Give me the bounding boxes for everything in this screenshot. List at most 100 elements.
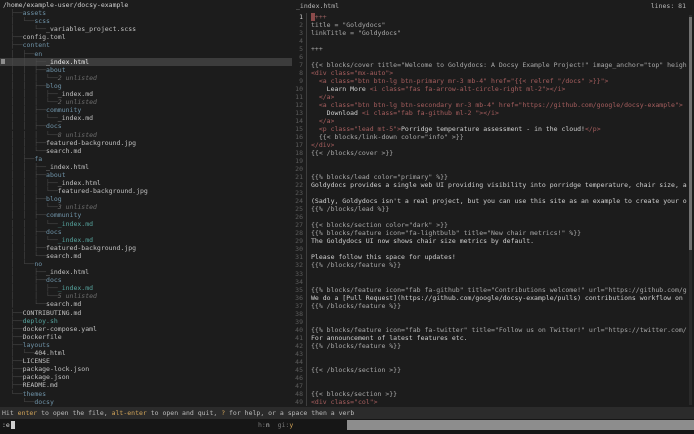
- tree-row[interactable]: │ │ ├──featured-background.jpg: [0, 244, 292, 252]
- preview-line-count: lines: 81: [651, 0, 686, 13]
- tree-row[interactable]: │ │ ├──_index.md: [0, 284, 292, 292]
- tree-row[interactable]: │ │ ├──blog: [0, 195, 292, 203]
- code-line: 12 <a class="btn btn-lg btn-secondary mr…: [292, 101, 688, 109]
- tree-row[interactable]: │ └──404.html: [0, 349, 292, 357]
- tree-row[interactable]: │ │ │ └──2 unlisted: [0, 74, 292, 82]
- tree-row[interactable]: ├──layouts: [0, 341, 292, 349]
- tree-row[interactable]: │ │ │ └──8 unlisted: [0, 131, 292, 139]
- tree-row[interactable]: │ │ │ └──featured-background.jpg: [0, 187, 292, 195]
- tree-row[interactable]: └──docsy: [0, 398, 292, 406]
- code-text: {{% /blocks/feature %}}: [311, 261, 401, 269]
- tree-row[interactable]: │ │ ├──docs: [0, 228, 292, 236]
- tree-row[interactable]: │ │ │ └──3 unlisted: [0, 203, 292, 211]
- tree-item-name: README.md: [23, 381, 58, 389]
- tree-row[interactable]: │ │ ├──featured-background.jpg: [0, 139, 292, 147]
- tree-item-name: LICENSE: [23, 357, 50, 365]
- tree-branch-lines: │ │ ├──: [3, 58, 46, 66]
- command-input[interactable]: :e: [2, 419, 15, 431]
- tree-row[interactable]: ├──deploy.sh: [0, 317, 292, 325]
- tree-row[interactable]: ├──Dockerfile: [0, 333, 292, 341]
- code-line: 32{{% /blocks/feature %}}: [292, 261, 688, 269]
- tree-row[interactable]: ├──package-lock.json: [0, 365, 292, 373]
- tree-branch-lines: │ └──: [3, 349, 34, 357]
- code-line: 11 </a>: [292, 93, 688, 101]
- tree-row[interactable]: │ └──search.md: [0, 300, 292, 308]
- tree-branch-lines: │ │ │ └──: [3, 187, 58, 195]
- code-line: 26: [292, 213, 688, 221]
- tree-row[interactable]: │ └──no: [0, 260, 292, 268]
- line-number: 44: [292, 358, 307, 366]
- line-number: 36: [292, 294, 307, 302]
- code-text: Please follow this space for updates!: [311, 253, 456, 261]
- tree-row[interactable]: ├──LICENSE: [0, 357, 292, 365]
- tree-branch-lines: ├──: [3, 365, 23, 373]
- tree-row[interactable]: │ │ │ └──_index.md: [0, 220, 292, 228]
- unlisted-count: 2 unlisted: [58, 98, 97, 106]
- tree-item-name: search.md: [46, 147, 81, 155]
- tree-item-name: package-lock.json: [23, 365, 90, 373]
- tree-branch-lines: ├──: [3, 41, 23, 49]
- tree-row[interactable]: │ │ └──5 unlisted: [0, 292, 292, 300]
- tree-row[interactable]: ├──README.md: [0, 381, 292, 389]
- code-line: 30: [292, 245, 688, 253]
- code-text: <div class="mx-auto">: [311, 69, 393, 77]
- code-text: {{< blocks/section color="dark" >}}: [311, 221, 448, 229]
- tree-row[interactable]: │ ├──en: [0, 50, 292, 58]
- code-line: 20: [292, 165, 688, 173]
- preview-scrollbar-thumb[interactable]: [689, 17, 692, 250]
- tree-row[interactable]: │ └──_variables_project.scss: [0, 25, 292, 33]
- tree-row[interactable]: │ │ ├──blog: [0, 82, 292, 90]
- tree-row[interactable]: │ │ ├──community: [0, 106, 292, 114]
- tree-item-name: about: [46, 171, 66, 179]
- tree-item-name: _index.md: [58, 114, 93, 122]
- tree-item-name: Dockerfile: [23, 333, 62, 341]
- code-line: 5+++: [292, 45, 688, 53]
- tree-row[interactable]: │ │ ├──docs: [0, 122, 292, 130]
- code-preview: 1█+++2title = "Goldydocs"3linkTitle = "G…: [292, 13, 688, 406]
- preview-scrollbar[interactable]: [689, 15, 692, 405]
- tree-branch-lines: │ └──: [3, 17, 34, 25]
- tree-row[interactable]: └──themes: [0, 390, 292, 398]
- tree-row[interactable]: │ │ │ ├──_index.html: [0, 179, 292, 187]
- tree-row[interactable]: │ │ │ └──2 unlisted: [0, 98, 292, 106]
- tree-row[interactable]: │ └──scss: [0, 17, 292, 25]
- tree-row[interactable]: │ │ │ ├──_index.md: [0, 90, 292, 98]
- preview-panel: lines: 81 _index.html 1█+++2title = "Gol…: [292, 0, 694, 407]
- tree-row[interactable]: ├──content: [0, 41, 292, 49]
- tree-row[interactable]: ├──config.toml: [0, 33, 292, 41]
- tree-root-path[interactable]: /home/example-user/docsy-example: [0, 1, 292, 9]
- tree-row[interactable]: │ │ └──search.md: [0, 252, 292, 260]
- tree-item-name: themes: [23, 390, 46, 398]
- tree-row[interactable]: │ │ ├──_index.html: [0, 58, 292, 66]
- tree-item-name: docsy: [34, 398, 54, 406]
- tree-branch-lines: │ │ │ └──: [3, 74, 58, 82]
- tree-row[interactable]: ├──docker-compose.yaml: [0, 325, 292, 333]
- tree-row[interactable]: │ ├──docs: [0, 276, 292, 284]
- code-text: {{< /blocks/section >}}: [311, 366, 401, 374]
- tree-item-name: _index.md: [58, 220, 93, 228]
- tree-row[interactable]: │ ├──fa: [0, 155, 292, 163]
- tree-item-name: CONTRIBUTING.md: [23, 309, 82, 317]
- tree-row[interactable]: ├──assets: [0, 9, 292, 17]
- tree-row[interactable]: │ │ ├──about: [0, 66, 292, 74]
- tree-row[interactable]: │ │ ├──community: [0, 211, 292, 219]
- code-line: 4: [292, 37, 688, 45]
- tree-row[interactable]: ├──CONTRIBUTING.md: [0, 309, 292, 317]
- tree-item-name: _index.html: [58, 179, 101, 187]
- tree-row[interactable]: │ │ ├──_index.html: [0, 163, 292, 171]
- tree-branch-lines: │ │ │ └──: [3, 203, 58, 211]
- line-number: 14: [292, 117, 307, 125]
- tree-row[interactable]: │ ├──_index.html: [0, 268, 292, 276]
- tree-branch-lines: ├──: [3, 357, 23, 365]
- tree-row[interactable]: │ │ │ └──_index.md: [0, 236, 292, 244]
- tree-row[interactable]: │ │ │ └──_index.md: [0, 114, 292, 122]
- code-line: 31Please follow this space for updates!: [292, 253, 688, 261]
- line-number: 16: [292, 133, 307, 141]
- code-line: 36We do a [Pull Request](https://github.…: [292, 294, 688, 302]
- tree-branch-lines: │ │ │ └──: [3, 236, 58, 244]
- tree-item-name: docs: [46, 276, 62, 284]
- tree-row[interactable]: │ │ ├──about: [0, 171, 292, 179]
- preview-header: lines: 81 _index.html: [292, 0, 694, 13]
- tree-row[interactable]: │ │ └──search.md: [0, 147, 292, 155]
- tree-row[interactable]: ├──package.json: [0, 373, 292, 381]
